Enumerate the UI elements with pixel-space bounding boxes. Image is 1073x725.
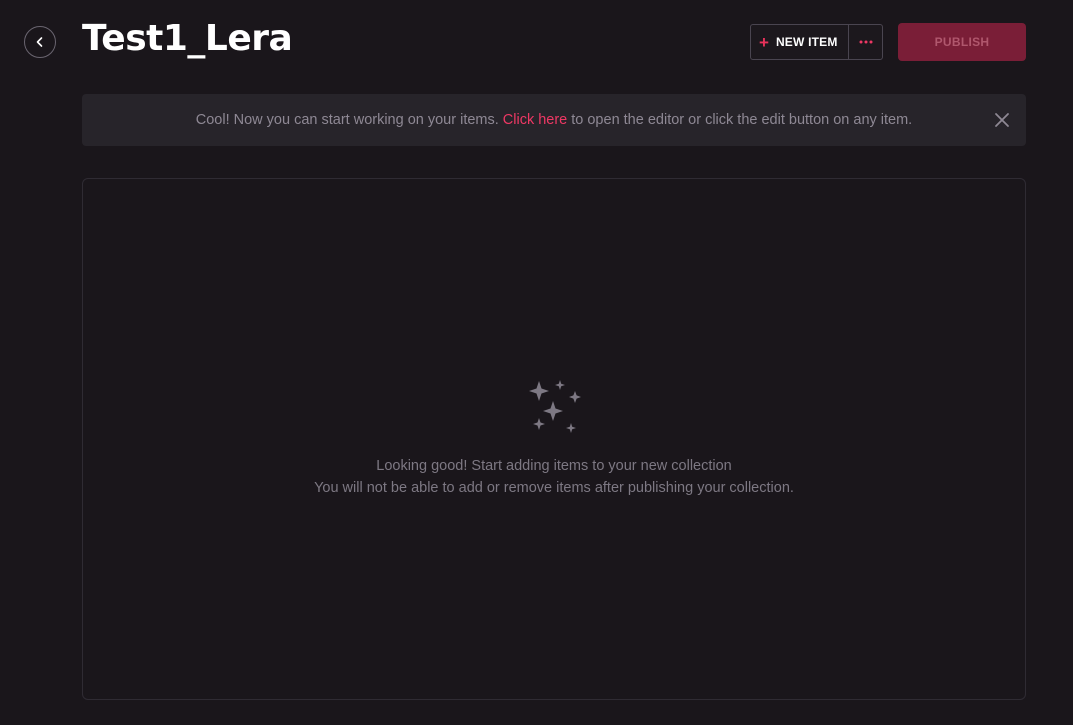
banner-text-before: Cool! Now you can start working on your … <box>195 112 499 128</box>
page-title: Test1_Lera <box>82 18 293 59</box>
plus-icon: + <box>759 32 769 52</box>
new-item-button[interactable]: + NEW ITEM <box>751 25 849 59</box>
banner-text-after: to open the editor or click the edit but… <box>571 112 913 128</box>
close-icon <box>995 113 1009 127</box>
empty-state-subtitle: You will not be able to add or remove it… <box>314 480 794 496</box>
items-panel: Looking good! Start adding items to your… <box>82 178 1026 700</box>
back-button[interactable] <box>24 26 56 58</box>
info-banner: Cool! Now you can start working on your … <box>82 94 1026 146</box>
chevron-left-icon <box>36 37 43 47</box>
empty-state-title: Looking good! Start adding items to your… <box>376 458 732 474</box>
sparkles-icon <box>529 380 581 433</box>
header-actions: + NEW ITEM <box>750 24 883 60</box>
banner-close-button[interactable] <box>992 110 1012 130</box>
more-horizontal-icon <box>859 40 872 44</box>
new-item-label: NEW ITEM <box>775 35 838 49</box>
new-item-split-button: + NEW ITEM <box>750 24 883 60</box>
publish-button[interactable]: PUBLISH <box>898 23 1026 61</box>
banner-link[interactable]: Click here <box>503 112 567 128</box>
more-options-button[interactable] <box>849 25 882 59</box>
